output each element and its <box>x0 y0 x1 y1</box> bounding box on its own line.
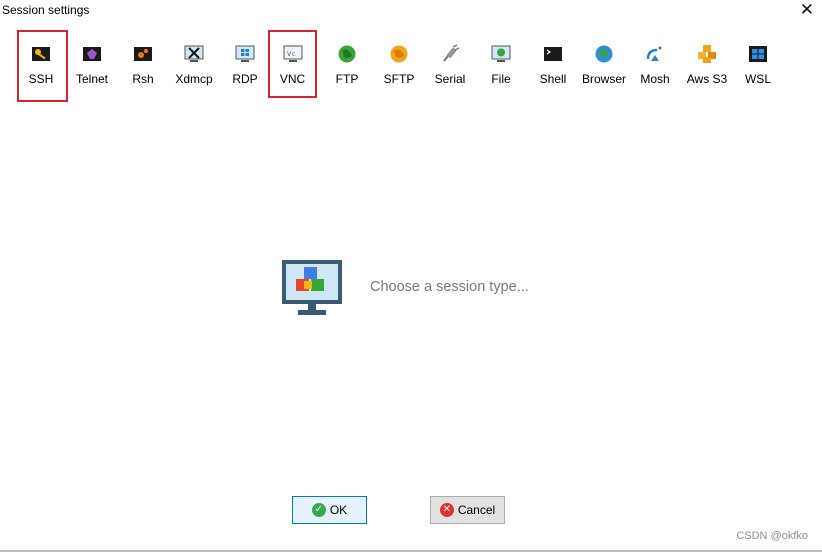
session-type-vnc-button[interactable]: Vc VNC <box>268 30 317 98</box>
session-type-ftp-button[interactable]: FTP <box>321 30 373 98</box>
ftp-globe-icon <box>337 44 357 64</box>
wsl-windows-icon <box>748 44 768 64</box>
rdp-label: RDP <box>232 72 258 86</box>
cancel-button-label: Cancel <box>457 503 496 517</box>
telnet-label: Telnet <box>75 72 109 86</box>
shell-terminal-icon <box>543 44 563 64</box>
shell-label: Shell <box>539 72 567 86</box>
session-type-toolbar: SSH Telnet Rsh Xdmcp RDP Vc VNC FTP SFTP… <box>0 30 822 104</box>
cancel-x-icon: ✕ <box>439 503 454 517</box>
session-type-aws-s3-button[interactable]: Aws S3 <box>681 30 733 98</box>
ftp-label: FTP <box>335 72 359 86</box>
ok-button-label: OK <box>329 503 348 517</box>
xdmcp-icon <box>184 44 204 64</box>
sftp-globe-icon <box>389 44 409 64</box>
wsl-label: WSL <box>744 72 771 86</box>
vnc-label: VNC <box>279 72 306 86</box>
session-type-rsh-button[interactable]: Rsh <box>117 30 169 98</box>
mosh-satellite-icon <box>645 44 665 64</box>
key-icon <box>31 44 51 64</box>
session-type-wsl-button[interactable]: WSL <box>732 30 784 98</box>
session-type-ssh-button[interactable]: SSH <box>15 30 67 98</box>
session-type-browser-button[interactable]: Browser <box>578 30 630 98</box>
check-icon: ✓ <box>311 503 326 517</box>
close-icon[interactable]: ✕ <box>800 0 814 20</box>
session-type-rdp-button[interactable]: RDP <box>219 30 271 98</box>
aws-s3-cubes-icon <box>697 44 717 64</box>
choose-session-type-message: Choose a session type... <box>370 279 529 295</box>
rsh-icon <box>133 44 153 64</box>
watermark-text: CSDN @okfko <box>736 530 808 542</box>
session-type-mosh-button[interactable]: Mosh <box>629 30 681 98</box>
cancel-button[interactable]: ✕ Cancel <box>430 496 505 524</box>
session-type-shell-button[interactable]: Shell <box>527 30 579 98</box>
xdmcp-label: Xdmcp <box>175 72 213 86</box>
ok-button[interactable]: ✓ OK <box>292 496 367 524</box>
svg-text:c: c <box>292 51 295 58</box>
session-type-serial-button[interactable]: Serial <box>424 30 476 98</box>
rdp-icon <box>235 44 255 64</box>
session-type-file-button[interactable]: File <box>475 30 527 98</box>
aws-s3-label: Aws S3 <box>686 72 728 86</box>
window-title: Session settings <box>2 3 90 17</box>
file-monitor-icon <box>491 44 511 64</box>
session-cubes-monitor-icon <box>281 259 343 319</box>
vnc-icon: Vc <box>283 44 303 64</box>
session-type-telnet-button[interactable]: Telnet <box>66 30 118 98</box>
title-bar: Session settings ✕ <box>0 0 822 20</box>
telnet-icon <box>82 44 102 64</box>
rsh-label: Rsh <box>132 72 154 86</box>
file-label: File <box>491 72 511 86</box>
mosh-label: Mosh <box>640 72 670 86</box>
serial-plug-icon <box>440 44 460 64</box>
serial-label: Serial <box>434 72 466 86</box>
sftp-label: SFTP <box>383 72 415 86</box>
session-type-sftp-button[interactable]: SFTP <box>373 30 425 98</box>
browser-label: Browser <box>581 72 626 86</box>
session-type-xdmcp-button[interactable]: Xdmcp <box>168 30 220 98</box>
browser-globe-icon <box>594 44 614 64</box>
ssh-label: SSH <box>28 72 54 86</box>
